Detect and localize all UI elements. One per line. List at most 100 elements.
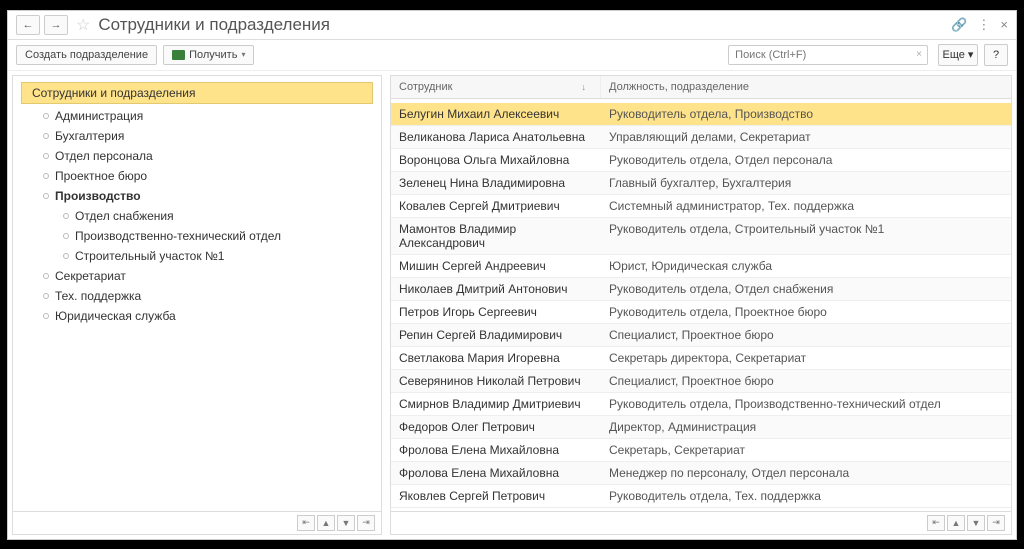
- nav-footer-button[interactable]: ⇤: [297, 515, 315, 531]
- cell-position: Специалист, Проектное бюро: [601, 370, 1011, 392]
- tree-item[interactable]: Юридическая служба: [13, 306, 381, 326]
- column-header-employee[interactable]: Сотрудник ↓: [391, 76, 601, 98]
- cell-position: Менеджер по персоналу, Отдел персонала: [601, 462, 1011, 484]
- table-row[interactable]: Репин Сергей ВладимировичСпециалист, Про…: [391, 324, 1011, 347]
- tree-body: Сотрудники и подразделения Администрация…: [13, 76, 381, 511]
- favorite-star-icon[interactable]: ☆: [76, 15, 90, 35]
- tree-item-label: Строительный участок №1: [75, 249, 224, 263]
- tree-item[interactable]: Тех. поддержка: [13, 286, 381, 306]
- tree-root[interactable]: Сотрудники и подразделения: [21, 82, 373, 104]
- table-row[interactable]: Фролова Елена МихайловнаМенеджер по перс…: [391, 462, 1011, 485]
- bullet-icon: [43, 293, 49, 299]
- table-row[interactable]: Федоров Олег ПетровичДиректор, Администр…: [391, 416, 1011, 439]
- cell-position: Руководитель отдела, Отдел персонала: [601, 149, 1011, 171]
- tree-item-label: Тех. поддержка: [55, 289, 141, 303]
- dropdown-icon: ▾: [968, 48, 974, 61]
- tree-item[interactable]: Администрация: [13, 106, 381, 126]
- table-row[interactable]: Мишин Сергей АндреевичЮрист, Юридическая…: [391, 255, 1011, 278]
- link-icon[interactable]: 🔗: [951, 17, 967, 33]
- table-row[interactable]: Воронцова Ольга МихайловнаРуководитель о…: [391, 149, 1011, 172]
- table-row[interactable]: Николаев Дмитрий АнтоновичРуководитель о…: [391, 278, 1011, 301]
- table-row[interactable]: Северянинов Николай ПетровичСпециалист, …: [391, 370, 1011, 393]
- forward-button[interactable]: →: [44, 15, 68, 35]
- tree-item[interactable]: Производство: [13, 186, 381, 206]
- cell-position: Руководитель отдела, Строительный участо…: [601, 218, 1011, 254]
- back-button[interactable]: ←: [16, 15, 40, 35]
- cell-position: Директор, Администрация: [601, 416, 1011, 438]
- tree-item-label: Производственно-технический отдел: [75, 229, 281, 243]
- clear-search-icon[interactable]: ×: [916, 49, 922, 60]
- nav-footer-button[interactable]: ⇥: [987, 515, 1005, 531]
- nav-footer-button[interactable]: ▲: [947, 515, 965, 531]
- bullet-icon: [63, 213, 69, 219]
- table-row[interactable]: Светлакова Мария ИгоревнаСекретарь дирек…: [391, 347, 1011, 370]
- tree-item[interactable]: Бухгалтерия: [13, 126, 381, 146]
- table-row[interactable]: Зеленец Нина ВладимировнаГлавный бухгалт…: [391, 172, 1011, 195]
- tree-item[interactable]: Отдел снабжения: [13, 206, 381, 226]
- bullet-icon: [43, 173, 49, 179]
- tree-item[interactable]: Отдел персонала: [13, 146, 381, 166]
- receive-label: Получить: [189, 49, 237, 61]
- tree-item-label: Бухгалтерия: [55, 129, 124, 143]
- table-row[interactable]: Белугин Михаил АлексеевичРуководитель от…: [391, 103, 1011, 126]
- cell-employee: Репин Сергей Владимирович: [391, 324, 601, 346]
- tree-item-label: Производство: [55, 189, 141, 203]
- cell-position: Управляющий делами, Секретариат: [601, 126, 1011, 148]
- window-controls: 🔗 ⋮ ×: [951, 17, 1008, 33]
- table-row[interactable]: Петров Игорь СергеевичРуководитель отдел…: [391, 301, 1011, 324]
- cell-position: Руководитель отдела, Производство: [601, 103, 1011, 125]
- tree-item-label: Отдел снабжения: [75, 209, 174, 223]
- table-row[interactable]: Мамонтов Владимир АлександровичРуководит…: [391, 218, 1011, 255]
- table-row[interactable]: Великанова Лариса АнатольевнаУправляющий…: [391, 126, 1011, 149]
- cell-position: Системный администратор, Тех. поддержка: [601, 195, 1011, 217]
- cell-employee: Фролова Елена Михайловна: [391, 439, 601, 461]
- page-title: Сотрудники и подразделения: [98, 15, 330, 35]
- cell-position: Главный бухгалтер, Бухгалтерия: [601, 172, 1011, 194]
- cell-position: Секретарь, Секретариат: [601, 439, 1011, 461]
- table-row[interactable]: Ковалев Сергей ДмитриевичСистемный админ…: [391, 195, 1011, 218]
- cell-employee: Федоров Олег Петрович: [391, 416, 601, 438]
- tree-footer: ⇤▲▼⇥: [13, 511, 381, 534]
- nav-footer-button[interactable]: ▼: [967, 515, 985, 531]
- more-actions-button[interactable]: Еще ▾: [938, 44, 978, 66]
- bullet-icon: [43, 113, 49, 119]
- table-row[interactable]: Смирнов Владимир ДмитриевичРуководитель …: [391, 393, 1011, 416]
- table-row[interactable]: Фролова Елена МихайловнаСекретарь, Секре…: [391, 439, 1011, 462]
- cell-position: Руководитель отдела, Отдел снабжения: [601, 278, 1011, 300]
- grid-pane: Сотрудник ↓ Должность, подразделение Бел…: [390, 75, 1012, 535]
- bullet-icon: [43, 153, 49, 159]
- cell-employee: Мамонтов Владимир Александрович: [391, 218, 601, 254]
- nav-footer-button[interactable]: ▲: [317, 515, 335, 531]
- nav-footer-button[interactable]: ⇥: [357, 515, 375, 531]
- col1-label: Сотрудник: [399, 81, 452, 93]
- help-button[interactable]: ?: [984, 44, 1008, 66]
- cell-employee: Николаев Дмитрий Антонович: [391, 278, 601, 300]
- tree-item[interactable]: Секретариат: [13, 266, 381, 286]
- nav-footer-button[interactable]: ⇤: [927, 515, 945, 531]
- tree-item[interactable]: Строительный участок №1: [13, 246, 381, 266]
- cell-position: Руководитель отдела, Тех. поддержка: [601, 485, 1011, 507]
- search-input[interactable]: [728, 45, 928, 65]
- table-row[interactable]: Яковлев Сергей ПетровичРуководитель отде…: [391, 485, 1011, 508]
- cell-employee: Великанова Лариса Анатольевна: [391, 126, 601, 148]
- cell-employee: Мишин Сергей Андреевич: [391, 255, 601, 277]
- tree-item[interactable]: Производственно-технический отдел: [13, 226, 381, 246]
- cell-employee: Зеленец Нина Владимировна: [391, 172, 601, 194]
- more-icon[interactable]: ⋮: [977, 17, 990, 33]
- column-header-position[interactable]: Должность, подразделение: [601, 76, 1011, 98]
- cell-employee: Смирнов Владимир Дмитриевич: [391, 393, 601, 415]
- cell-employee: Петров Игорь Сергеевич: [391, 301, 601, 323]
- cell-employee: Воронцова Ольга Михайловна: [391, 149, 601, 171]
- tree-item[interactable]: Проектное бюро: [13, 166, 381, 186]
- close-icon[interactable]: ×: [1000, 17, 1008, 33]
- create-department-button[interactable]: Создать подразделение: [16, 45, 157, 65]
- printer-icon: [172, 50, 185, 60]
- cell-employee: Фролова Елена Михайловна: [391, 462, 601, 484]
- sort-indicator-icon: ↓: [582, 82, 587, 92]
- bullet-icon: [63, 233, 69, 239]
- bullet-icon: [43, 273, 49, 279]
- nav-footer-button[interactable]: ▼: [337, 515, 355, 531]
- grid-header: Сотрудник ↓ Должность, подразделение: [391, 76, 1011, 99]
- receive-button[interactable]: Получить ▾: [163, 45, 254, 65]
- tree-item-label: Администрация: [55, 109, 143, 123]
